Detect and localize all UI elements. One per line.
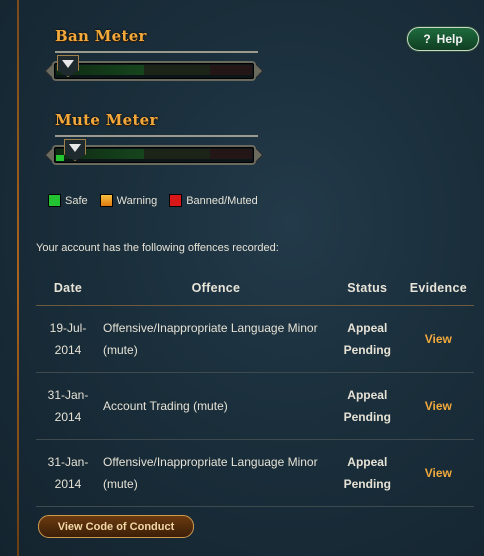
- offence-date: 31-Jan- 2014: [36, 439, 101, 507]
- meter-legend: Safe Warning Banned/Muted: [48, 194, 258, 207]
- pointer-arrow-icon: [69, 144, 81, 152]
- view-code-of-conduct-button[interactable]: View Code of Conduct: [38, 515, 194, 538]
- meter-zone-warning: [144, 65, 210, 75]
- offences-table: Date Offence Status Evidence 19-Jul- 2014…: [36, 270, 474, 507]
- evidence-cell: View: [402, 439, 474, 507]
- header-offence: Offence: [100, 270, 332, 306]
- evidence-cell: View: [402, 372, 474, 440]
- ban-meter-title: Ban Meter: [55, 27, 147, 45]
- left-border: [17, 0, 19, 556]
- question-icon: ?: [423, 32, 431, 46]
- offence-status: Appeal Pending: [331, 305, 403, 373]
- legend-label-safe: Safe: [65, 194, 88, 207]
- table-row: 31-Jan- 2014 Offensive/Inappropriate Lang…: [36, 439, 474, 507]
- legend-item-warning: Warning: [99, 194, 158, 207]
- header-date: Date: [36, 270, 101, 306]
- mute-meter-title: Mute Meter: [55, 111, 158, 129]
- legend-item-safe: Safe: [48, 194, 88, 207]
- offence-status: Appeal Pending: [331, 439, 403, 507]
- offence-description: Offensive/Inappropriate Language Minor (…: [100, 439, 332, 507]
- mute-meter-fill: [56, 155, 64, 161]
- help-label: Help: [436, 32, 463, 46]
- pointer-arrow-icon: [62, 60, 74, 68]
- header-status: Status: [331, 270, 403, 306]
- legend-swatch-safe: [48, 194, 61, 207]
- legend-label-warning: Warning: [116, 194, 158, 207]
- view-evidence-link[interactable]: View: [425, 466, 452, 480]
- legend-label-banned: Banned/Muted: [186, 194, 258, 207]
- offence-date: 31-Jan- 2014: [36, 372, 101, 440]
- header-evidence: Evidence: [402, 270, 474, 306]
- legend-item-banned: Banned/Muted: [169, 194, 258, 207]
- evidence-cell: View: [402, 305, 474, 373]
- table-row: 19-Jul- 2014 Offensive/Inappropriate Lang…: [36, 305, 474, 373]
- view-evidence-link[interactable]: View: [425, 332, 452, 346]
- ban-meter-rule: [55, 51, 258, 53]
- legend-swatch-banned: [169, 194, 183, 207]
- meter-zone-banned: [210, 65, 252, 75]
- table-header-row: Date Offence Status Evidence: [36, 270, 474, 306]
- offences-intro: Your account has the following offences …: [36, 242, 279, 254]
- meter-zone-warning: [144, 149, 210, 159]
- table-row: 31-Jan- 2014 Account Trading (mute) Appea…: [36, 372, 474, 440]
- offence-status: Appeal Pending: [331, 372, 403, 440]
- legend-swatch-warning: [99, 194, 113, 207]
- help-button[interactable]: ? Help: [407, 27, 479, 51]
- view-evidence-link[interactable]: View: [425, 399, 452, 413]
- mute-meter-rule: [55, 135, 258, 137]
- meter-zone-banned: [210, 149, 252, 159]
- offence-date: 19-Jul- 2014: [36, 305, 101, 373]
- offence-description: Offensive/Inappropriate Language Minor (…: [100, 305, 332, 373]
- offence-description: Account Trading (mute): [100, 372, 332, 440]
